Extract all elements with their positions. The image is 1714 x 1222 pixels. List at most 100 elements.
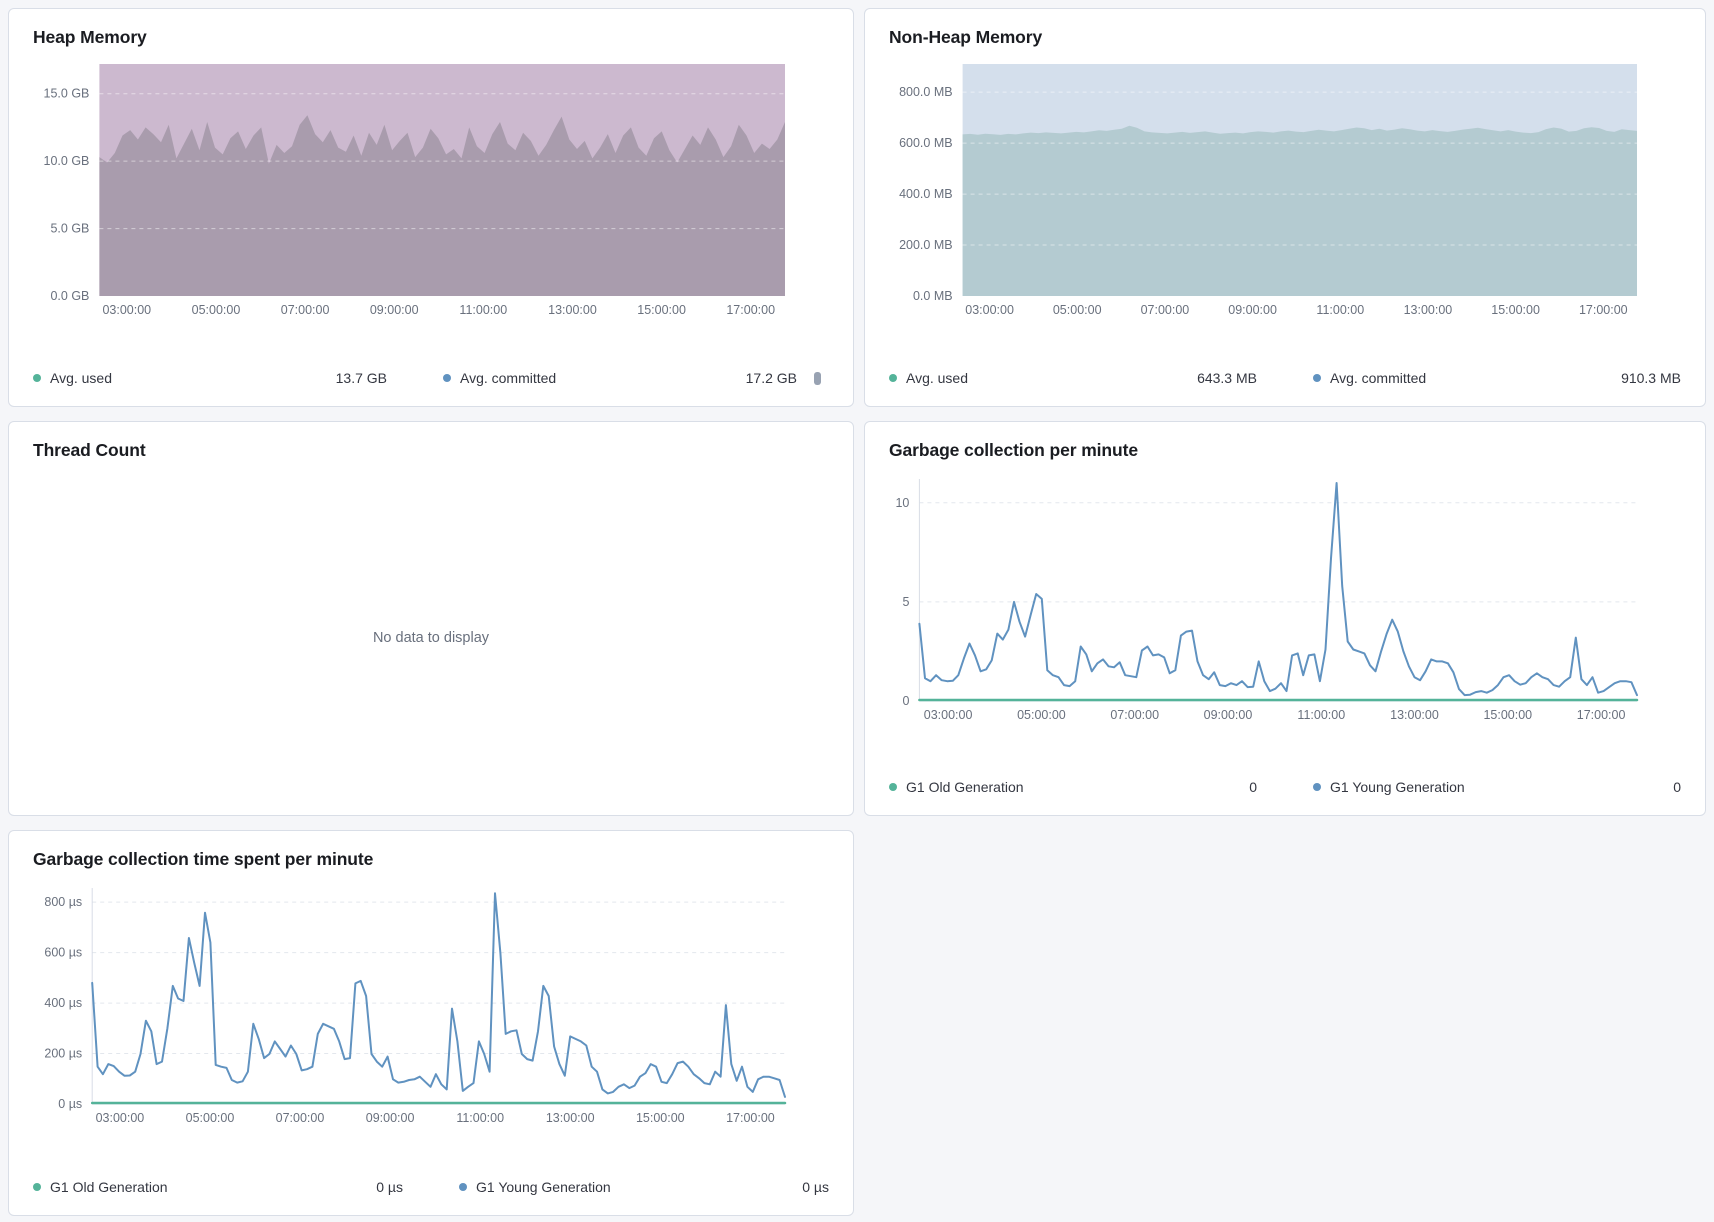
legend-series-label: G1 Young Generation — [476, 1179, 611, 1195]
legend-item-g1-young-generation[interactable]: G1 Young Generation 0 — [1313, 779, 1681, 795]
svg-text:17:00:00: 17:00:00 — [1577, 708, 1626, 722]
svg-text:09:00:00: 09:00:00 — [366, 1111, 415, 1125]
heap-memory-chart-canvas[interactable]: 0.0 GB 5.0 GB 10.0 GB 15.0 GB 03:00:00 05:00:… — [33, 64, 829, 322]
svg-text:07:00:00: 07:00:00 — [281, 303, 330, 317]
svg-text:17:00:00: 17:00:00 — [726, 1111, 775, 1125]
svg-text:11:00:00: 11:00:00 — [456, 1111, 504, 1125]
svg-text:05:00:00: 05:00:00 — [1017, 708, 1066, 722]
series-blue-dot-icon — [443, 374, 451, 382]
svg-text:200 µs: 200 µs — [44, 1047, 82, 1061]
svg-text:07:00:00: 07:00:00 — [1110, 708, 1159, 722]
non-heap-memory-legend: Avg. used 643.3 MB Avg. committed 910.3 … — [889, 360, 1681, 394]
gc-per-minute-legend: G1 Old Generation 0 G1 Young Generation … — [889, 769, 1681, 803]
svg-text:11:00:00: 11:00:00 — [1297, 708, 1345, 722]
svg-text:600.0 MB: 600.0 MB — [899, 136, 953, 150]
legend-series-label: G1 Young Generation — [1330, 779, 1465, 795]
svg-text:800 µs: 800 µs — [44, 895, 82, 909]
legend-series-value: 13.7 GB — [336, 370, 387, 386]
legend-item-avg-used[interactable]: Avg. used 643.3 MB — [889, 370, 1257, 386]
svg-text:15:00:00: 15:00:00 — [637, 303, 686, 317]
legend-item-avg-committed[interactable]: Avg. committed 910.3 MB — [1313, 370, 1681, 386]
svg-text:15:00:00: 15:00:00 — [1491, 303, 1540, 317]
svg-text:03:00:00: 03:00:00 — [965, 303, 1014, 317]
gc-per-minute-panel: Garbage collection per minute 0 5 10 03:00:… — [864, 421, 1706, 816]
legend-item-g1-young-generation[interactable]: G1 Young Generation 0 µs — [459, 1179, 829, 1195]
legend-series-value: 910.3 MB — [1621, 370, 1681, 386]
svg-text:09:00:00: 09:00:00 — [1204, 708, 1253, 722]
legend-series-value: 643.3 MB — [1197, 370, 1257, 386]
legend-item-avg-committed[interactable]: Avg. committed 17.2 GB — [443, 370, 797, 386]
legend-series-value: 0 µs — [376, 1179, 403, 1195]
svg-text:200.0 MB: 200.0 MB — [899, 238, 953, 252]
legend-item-g1-old-generation[interactable]: G1 Old Generation 0 — [889, 779, 1257, 795]
svg-text:0 µs: 0 µs — [58, 1097, 82, 1111]
svg-text:03:00:00: 03:00:00 — [924, 708, 973, 722]
legend-series-value: 0 — [1673, 779, 1681, 795]
legend-item-g1-old-generation[interactable]: G1 Old Generation 0 µs — [33, 1179, 403, 1195]
jvm-metrics-dashboard: Heap Memory 0.0 GB 5.0 GB 10.0 GB 15.0 GB 03… — [0, 0, 1714, 1222]
legend-item-avg-used[interactable]: Avg. used 13.7 GB — [33, 370, 387, 386]
svg-text:13:00:00: 13:00:00 — [1404, 303, 1453, 317]
svg-text:07:00:00: 07:00:00 — [276, 1111, 325, 1125]
legend-series-label: Avg. committed — [460, 370, 556, 386]
svg-text:17:00:00: 17:00:00 — [1579, 303, 1628, 317]
svg-text:0.0 GB: 0.0 GB — [50, 289, 89, 303]
svg-text:09:00:00: 09:00:00 — [1228, 303, 1277, 317]
svg-text:400 µs: 400 µs — [44, 996, 82, 1010]
svg-text:10.0 GB: 10.0 GB — [44, 154, 90, 168]
legend-series-value: 0 µs — [802, 1179, 829, 1195]
svg-text:15:00:00: 15:00:00 — [1483, 708, 1532, 722]
panel-title-heap-memory: Heap Memory — [33, 27, 829, 48]
svg-text:800.0 MB: 800.0 MB — [899, 85, 953, 99]
svg-text:13:00:00: 13:00:00 — [546, 1111, 595, 1125]
thread-count-panel: Thread Count No data to display — [8, 421, 854, 816]
svg-text:15.0 GB: 15.0 GB — [44, 87, 90, 101]
series-blue-dot-icon — [459, 1183, 467, 1191]
legend-series-label: Avg. committed — [1330, 370, 1426, 386]
series-green-dot-icon — [33, 1183, 41, 1191]
gc-time-per-minute-legend: G1 Old Generation 0 µs G1 Young Generati… — [33, 1169, 829, 1203]
series-green-dot-icon — [889, 783, 897, 791]
gc-time-per-minute-chart-canvas[interactable]: 0 µs 200 µs 400 µs 600 µs 800 µs 03:00:00 05:0… — [33, 884, 829, 1130]
heap-memory-panel: Heap Memory 0.0 GB 5.0 GB 10.0 GB 15.0 GB 03… — [8, 8, 854, 407]
legend-series-value: 17.2 GB — [746, 370, 797, 386]
svg-text:05:00:00: 05:00:00 — [186, 1111, 235, 1125]
no-data-message: No data to display — [373, 630, 489, 646]
panel-title-gc-per-minute: Garbage collection per minute — [889, 440, 1681, 461]
svg-text:5: 5 — [902, 595, 909, 609]
series-blue-dot-icon — [1313, 374, 1321, 382]
svg-text:11:00:00: 11:00:00 — [459, 303, 507, 317]
legend-series-value: 0 — [1249, 779, 1257, 795]
panel-title-non-heap-memory: Non-Heap Memory — [889, 27, 1681, 48]
svg-text:0: 0 — [902, 694, 909, 708]
legend-scrollbar-thumb[interactable] — [814, 372, 821, 385]
non-heap-memory-panel: Non-Heap Memory 0.0 MB200.0 MB400.0 MB60… — [864, 8, 1706, 407]
svg-text:10: 10 — [895, 496, 909, 510]
svg-text:05:00:00: 05:00:00 — [1053, 303, 1102, 317]
svg-text:400.0 MB: 400.0 MB — [899, 187, 953, 201]
panel-title-thread-count: Thread Count — [33, 440, 829, 461]
svg-text:09:00:00: 09:00:00 — [370, 303, 419, 317]
svg-text:07:00:00: 07:00:00 — [1141, 303, 1190, 317]
svg-text:03:00:00: 03:00:00 — [102, 303, 151, 317]
svg-text:15:00:00: 15:00:00 — [636, 1111, 685, 1125]
series-green-dot-icon — [33, 374, 41, 382]
legend-series-label: G1 Old Generation — [906, 779, 1024, 795]
panel-title-gc-time-per-minute: Garbage collection time spent per minute — [33, 849, 829, 870]
svg-text:5.0 GB: 5.0 GB — [50, 222, 89, 236]
series-blue-dot-icon — [1313, 783, 1321, 791]
legend-series-label: Avg. used — [906, 370, 968, 386]
svg-text:05:00:00: 05:00:00 — [192, 303, 241, 317]
gc-time-per-minute-panel: Garbage collection time spent per minute… — [8, 830, 854, 1216]
svg-text:11:00:00: 11:00:00 — [1316, 303, 1364, 317]
non-heap-memory-chart-canvas[interactable]: 0.0 MB200.0 MB400.0 MB600.0 MB800.0 MB03… — [889, 64, 1681, 322]
svg-text:13:00:00: 13:00:00 — [548, 303, 597, 317]
legend-series-label: Avg. used — [50, 370, 112, 386]
svg-text:13:00:00: 13:00:00 — [1390, 708, 1439, 722]
svg-text:03:00:00: 03:00:00 — [96, 1111, 145, 1125]
svg-text:600 µs: 600 µs — [44, 946, 82, 960]
series-green-dot-icon — [889, 374, 897, 382]
gc-per-minute-chart-canvas[interactable]: 0 5 10 03:00:00 05:00:00 07:00:00 09:00:00 11:0… — [889, 475, 1681, 727]
svg-text:17:00:00: 17:00:00 — [726, 303, 775, 317]
heap-memory-legend: Avg. used 13.7 GB Avg. committed 17.2 GB — [33, 360, 829, 394]
